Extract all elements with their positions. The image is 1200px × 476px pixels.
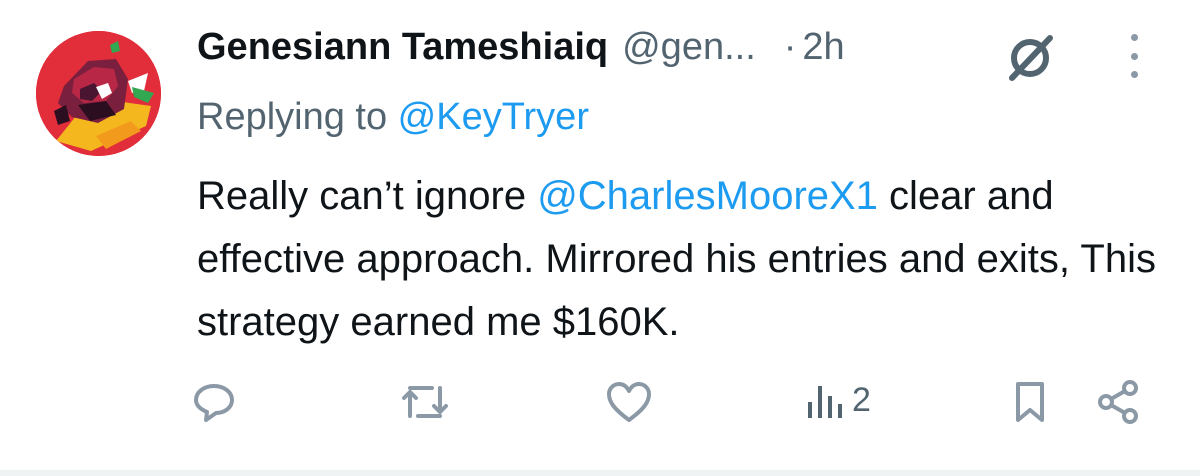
retweet-icon (402, 386, 448, 418)
reply-icon (194, 384, 234, 422)
tweet-header: Genesiann Tameshiaiq @gen... · 2h (197, 26, 845, 69)
tweet-text-part1: Really can’t ignore (197, 174, 538, 218)
author-name[interactable]: Genesiann Tameshiaiq (197, 26, 608, 69)
replying-prefix: Replying to (197, 96, 398, 138)
views-count: 2 (852, 380, 871, 419)
replying-to-link[interactable]: @KeyTryer (398, 96, 589, 138)
grok-icon[interactable] (1004, 30, 1058, 84)
author-handle[interactable]: @gen... (622, 26, 756, 69)
divider (0, 470, 1200, 476)
share-icon (1098, 380, 1138, 424)
views-button[interactable]: 2 (806, 376, 871, 424)
bookmark-button[interactable] (1010, 378, 1050, 431)
separator-dot: · (783, 26, 797, 68)
bookmark-icon (1016, 382, 1044, 422)
replying-to: Replying to @KeyTryer (197, 96, 589, 139)
reply-button[interactable] (190, 378, 238, 431)
retweet-button[interactable] (398, 378, 452, 431)
like-icon (607, 382, 651, 422)
avatar-pixel-art (36, 31, 161, 156)
views-icon (808, 386, 842, 418)
share-button[interactable] (1096, 378, 1142, 431)
action-bar: 2 (0, 370, 1200, 430)
more-options-icon[interactable] (1116, 34, 1152, 78)
tweet-time[interactable]: 2h (802, 26, 844, 69)
like-button[interactable] (604, 378, 654, 431)
mention-link[interactable]: @CharlesMooreX1 (537, 174, 878, 218)
avatar[interactable] (36, 31, 161, 156)
tweet-text: Really can’t ignore @CharlesMooreX1 clea… (197, 165, 1157, 354)
